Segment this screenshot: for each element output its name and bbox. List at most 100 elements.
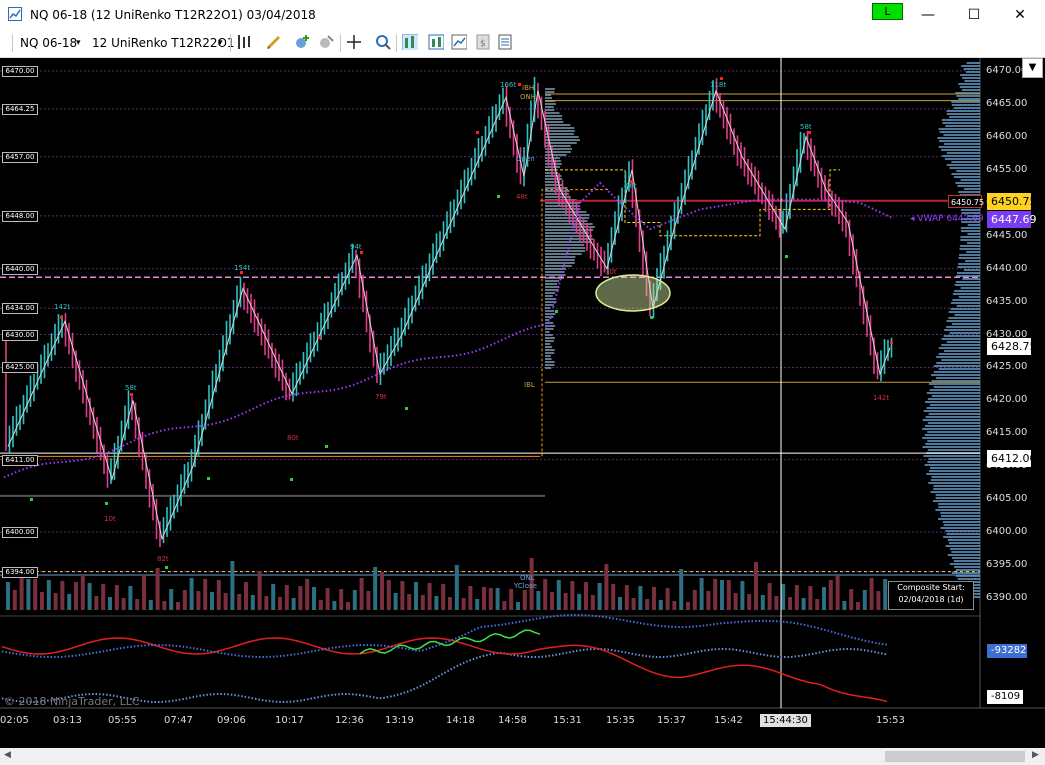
profile-bar	[930, 491, 980, 493]
zoom-icon[interactable]	[375, 34, 391, 50]
scroll-right-icon[interactable]: ▶	[1032, 750, 1039, 760]
chart-panel[interactable]: 6470.00 6464.25 6457.00 6448.00 6440.00 6434.…	[0, 58, 1045, 765]
bars-type-selector[interactable]: 12 UniRenko T12R22O1	[92, 35, 235, 51]
scrollbar-thumb[interactable]	[885, 751, 1025, 762]
maximize-button[interactable]: ☐	[951, 4, 997, 26]
bars-type-dropdown-icon[interactable]: ▾	[218, 35, 223, 51]
strategy-icon[interactable]	[318, 34, 334, 50]
profile-bar	[960, 74, 980, 76]
scroll-price-dropdown-button[interactable]: ▼	[1022, 58, 1043, 78]
session-profile-bar	[545, 238, 594, 240]
profile-bar	[938, 347, 980, 349]
profile-bar	[962, 77, 980, 79]
profile-bar	[953, 176, 980, 178]
profile-bar	[955, 281, 980, 283]
minimize-button[interactable]: —	[905, 4, 951, 26]
session-profile-bar	[545, 160, 561, 162]
swing-low-marker	[290, 478, 293, 481]
price-axis-label: 6455.00	[986, 163, 1028, 175]
profile-bar	[951, 101, 980, 103]
session-profile-bar	[545, 229, 594, 231]
left-price-label: 6430.00	[2, 329, 38, 341]
chart-trader-icon[interactable]	[402, 34, 418, 50]
profile-bar	[946, 320, 980, 322]
profile-bar	[949, 563, 980, 565]
volume-bar	[835, 576, 840, 610]
profile-bar	[943, 536, 980, 538]
swing-high-marker	[60, 316, 63, 319]
chart-canvas[interactable]	[0, 58, 1045, 765]
volume-bar	[842, 601, 847, 610]
composite-start-date: 02/04/2018 (1d)	[898, 595, 964, 604]
volume-bar	[862, 590, 867, 610]
profile-bar	[935, 497, 980, 499]
profile-bar	[962, 278, 980, 280]
profile-bar	[966, 242, 980, 244]
profile-bar	[931, 395, 980, 397]
profile-bar	[931, 476, 980, 478]
volume-bar	[482, 587, 486, 610]
profile-bar	[947, 539, 980, 541]
session-profile-bar	[545, 217, 590, 219]
volume-bar	[40, 592, 44, 610]
volume-bar	[597, 583, 602, 610]
volume-bar	[87, 583, 92, 610]
connection-status-indicator[interactable]: L	[872, 3, 903, 20]
profile-bar	[941, 344, 980, 346]
profile-bar	[953, 107, 980, 109]
swing-low-marker	[555, 310, 558, 313]
profile-bar	[946, 533, 980, 535]
profile-bar	[944, 158, 980, 160]
volume-bar	[210, 592, 214, 610]
session-profile-bar	[545, 343, 551, 345]
add-indicator-icon[interactable]	[294, 34, 310, 50]
profile-bar	[942, 155, 980, 157]
profile-bar	[922, 437, 980, 439]
volume-bar	[74, 582, 78, 610]
scroll-left-icon[interactable]: ◀	[4, 750, 11, 760]
volume-bar	[590, 595, 595, 610]
volume-bar	[196, 591, 201, 610]
volume-bar	[801, 598, 806, 610]
instrument-selector[interactable]: NQ 06-18	[20, 35, 77, 51]
performance-chart-icon[interactable]	[451, 34, 467, 50]
profile-bar	[926, 407, 980, 409]
profile-bar	[947, 554, 980, 556]
session-profile-bar	[545, 364, 555, 366]
price-axis-label: 6390.00	[986, 592, 1028, 603]
session-profile-bar	[545, 259, 575, 261]
volume-bar	[692, 590, 697, 610]
profile-bar	[933, 485, 980, 487]
session-profile-bar	[545, 253, 582, 255]
volume-bar	[849, 589, 854, 610]
volume-bar	[740, 581, 745, 610]
profile-bar	[928, 482, 980, 484]
instrument-dropdown-icon[interactable]: ▾	[76, 35, 81, 51]
profile-bar	[957, 185, 980, 187]
session-profile-bar	[545, 283, 558, 285]
volume-bar	[706, 591, 711, 610]
profile-bar	[932, 500, 980, 502]
swing-size-label: 166t	[500, 81, 517, 89]
profile-bar	[959, 254, 980, 256]
profile-bar	[958, 257, 980, 259]
volume-bar	[427, 583, 432, 610]
profile-bar	[938, 353, 980, 355]
drawing-tool-pencil-icon[interactable]	[266, 34, 282, 50]
profile-bar	[944, 329, 980, 331]
data-box-icon[interactable]	[428, 34, 444, 50]
session-profile-bar	[545, 121, 564, 123]
properties-icon[interactable]	[497, 34, 513, 50]
volume-bar	[536, 591, 541, 610]
snapshot-icon[interactable]: $	[475, 34, 491, 50]
bar-style-icon[interactable]	[236, 34, 252, 50]
close-button[interactable]: ✕	[997, 4, 1043, 26]
volume-bar	[679, 569, 684, 610]
horizontal-scrollbar[interactable]: ◀ ▶	[0, 748, 1045, 765]
left-price-label: 6394.00	[2, 566, 38, 578]
time-axis-label: 05:55	[108, 715, 137, 726]
crosshair-icon[interactable]	[346, 34, 362, 50]
volume-bar	[815, 599, 820, 610]
profile-bar	[946, 326, 980, 328]
left-price-label: 6448.00	[2, 210, 38, 222]
